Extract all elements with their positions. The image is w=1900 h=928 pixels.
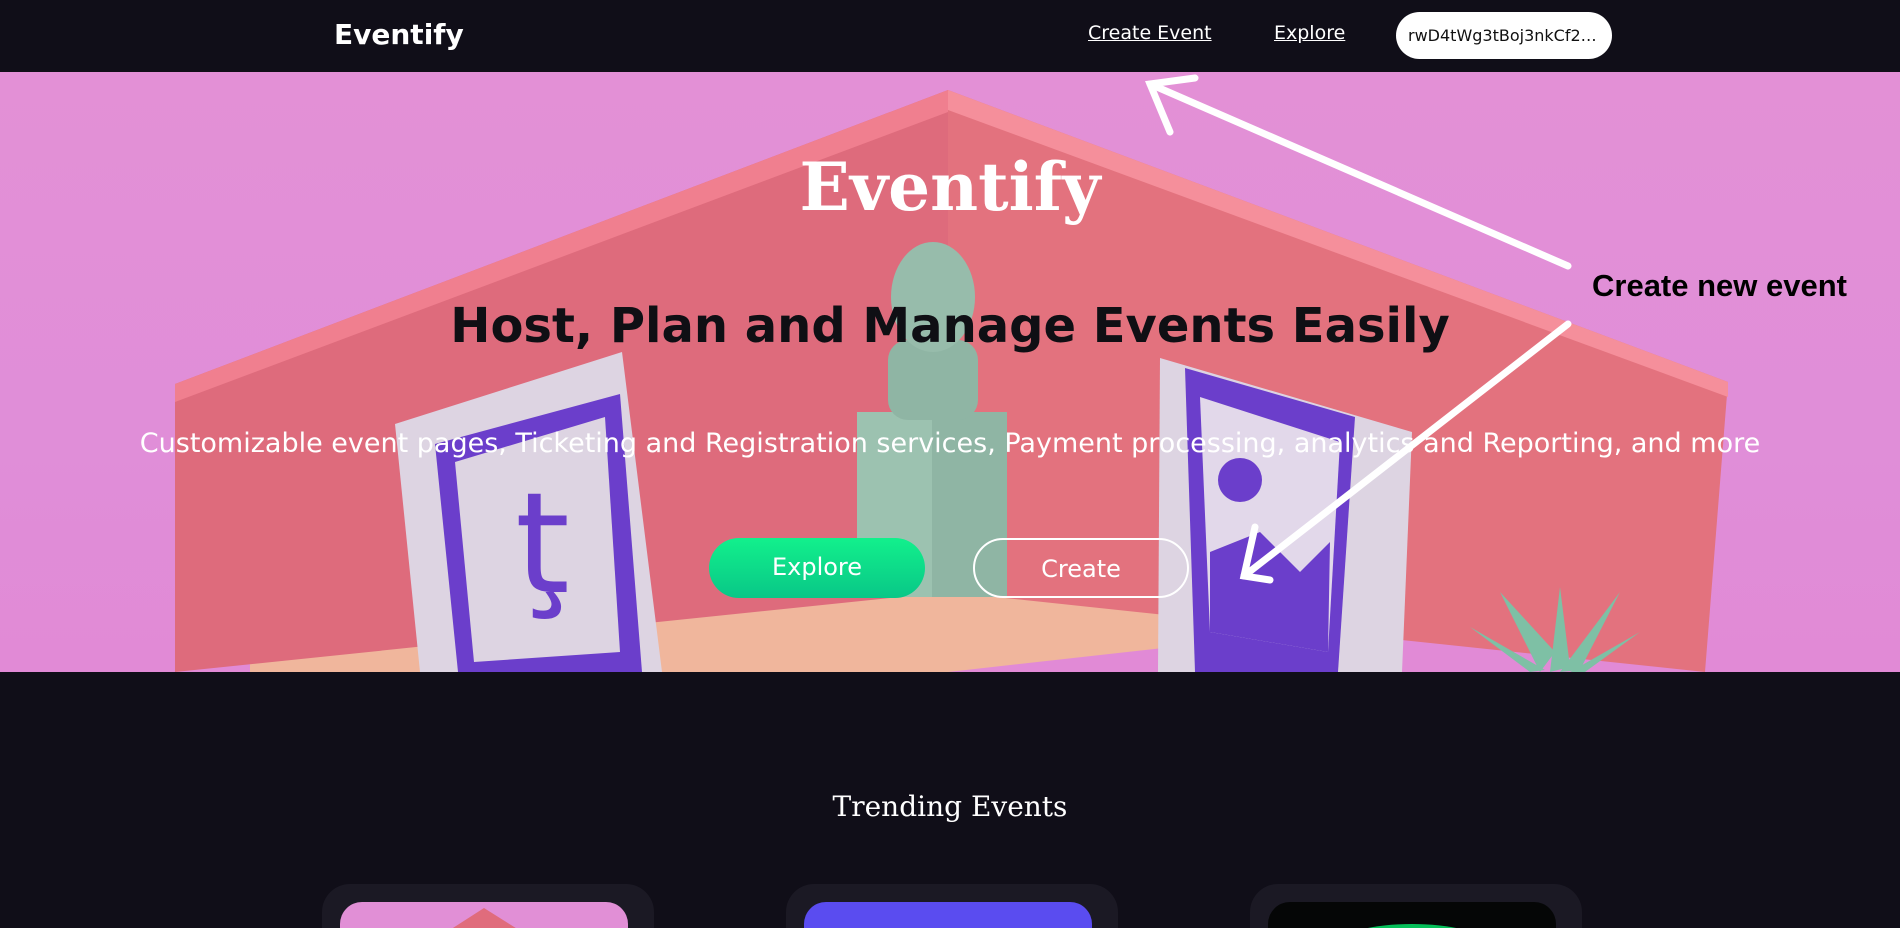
event-thumbnail[interactable] [1268,902,1556,928]
hero-title: Eventify [799,148,1101,226]
hero-heading: Host, Plan and Manage Events Easily [450,298,1450,354]
event-card[interactable] [322,884,654,928]
nav-link-create-event[interactable]: Create Event [1088,22,1212,44]
hero-subheading: Customizable event pages, Ticketing and … [139,428,1761,459]
event-thumbnail[interactable] [340,902,628,928]
annotation-label: Create new event [1592,268,1847,303]
svg-text:ţ: ţ [515,463,570,626]
brand-logo-text[interactable]: Eventify [334,18,464,51]
event-thumbnail[interactable] [804,902,1092,928]
top-navbar: Eventify Create Event Explore rwD4tWg3tB… [0,0,1900,72]
nav-link-explore[interactable]: Explore [1274,22,1345,44]
event-card[interactable] [1250,884,1582,928]
create-button[interactable]: Create [973,538,1189,598]
event-card[interactable] [786,884,1118,928]
wallet-address-button[interactable]: rwD4tWg3tBoj3nkCf2Z... [1396,12,1612,59]
explore-button[interactable]: Explore [709,538,925,598]
hero-section: ţ Eventify Host, Plan and Manage Events … [0,72,1900,672]
trending-events-title: Trending Events [832,790,1068,823]
